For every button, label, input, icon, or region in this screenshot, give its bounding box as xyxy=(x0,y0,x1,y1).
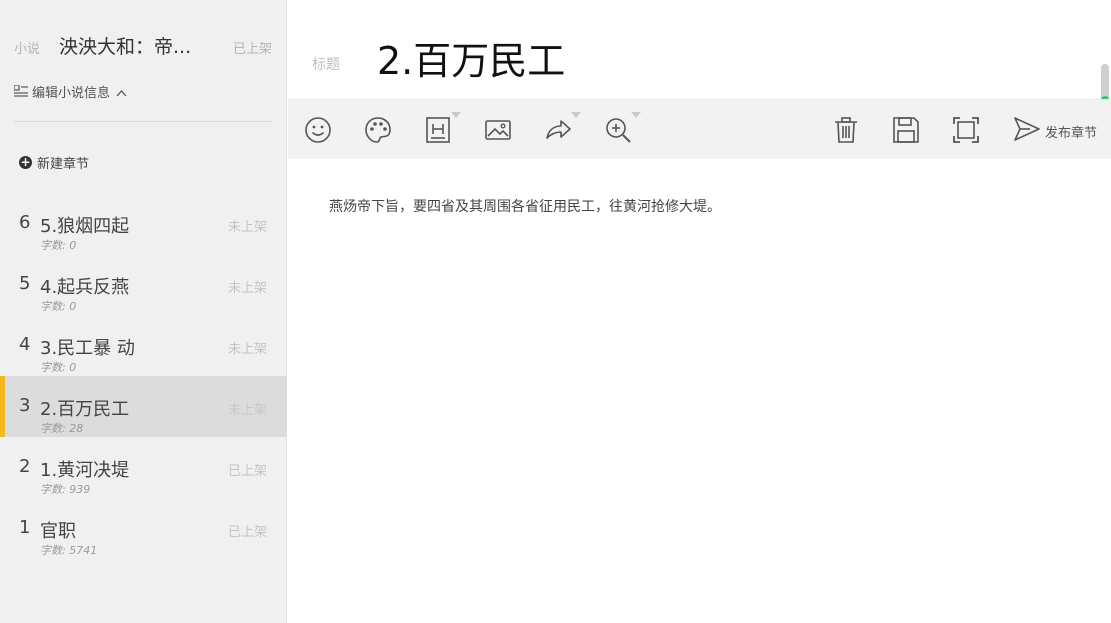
chapter-status: 未上架 xyxy=(227,342,267,357)
chapter-status: 已上架 xyxy=(227,525,267,540)
edit-novel-info-button[interactable]: 编辑小说信息 xyxy=(13,82,127,101)
editor-panel: 标题 2.百万民工 发布章节 燕炀帝下旨，要四省及其周围各省征用民工，往黄河抢修… xyxy=(288,0,1111,623)
chapter-title: 3.民工暴 动 xyxy=(40,338,135,359)
publish-chapter-label: 发布章节 xyxy=(1044,125,1097,141)
chapter-status: 未上架 xyxy=(227,220,267,235)
chapter-title: 2.百万民工 xyxy=(40,399,130,420)
chapter-status: 未上架 xyxy=(227,281,267,296)
send-icon xyxy=(1013,116,1041,146)
share-icon[interactable] xyxy=(541,112,581,147)
chapter-number: 6 xyxy=(19,212,31,233)
chapter-number: 1 xyxy=(19,517,31,538)
image-icon[interactable] xyxy=(481,113,515,147)
chevron-up-icon xyxy=(116,82,127,101)
chapter-word-count: 字数: 28 xyxy=(40,422,84,435)
sidebar-divider xyxy=(14,121,272,122)
chapter-title: 1.黄河决堤 xyxy=(40,460,130,481)
emoji-icon[interactable] xyxy=(301,113,335,147)
chapter-number: 4 xyxy=(19,334,31,355)
chapter-status: 未上架 xyxy=(227,403,267,418)
editor-toolbar: 发布章节 xyxy=(288,99,1111,159)
plus-circle-icon: + xyxy=(19,155,32,169)
fullscreen-icon[interactable] xyxy=(949,113,983,147)
chapter-number: 2 xyxy=(19,456,31,477)
title-tag: 标题 xyxy=(312,57,340,73)
palette-icon[interactable] xyxy=(361,113,395,147)
zoom-in-icon[interactable] xyxy=(601,112,641,147)
caret-down-icon xyxy=(631,112,641,118)
chapter-number: 3 xyxy=(19,395,31,416)
trash-icon[interactable] xyxy=(829,113,863,147)
novel-title[interactable]: 泱泱大和：帝... xyxy=(59,32,191,59)
chapter-item[interactable]: 4 3.民工暴 动 字数: 0 未上架 xyxy=(0,315,287,376)
chapter-number: 5 xyxy=(19,273,31,294)
chapter-item[interactable]: 6 5.狼烟四起 字数: 0 未上架 xyxy=(0,193,287,254)
chapter-word-count: 字数: 0 xyxy=(40,239,77,252)
chapter-item-active[interactable]: 3 2.百万民工 字数: 28 未上架 xyxy=(0,376,287,437)
publish-chapter-button[interactable]: 发布章节 xyxy=(1013,116,1097,146)
chapter-word-count: 字数: 939 xyxy=(40,483,91,496)
sidebar: 小说 泱泱大和：帝... 已上架 编辑小说信息 + 新建章节 6 5.狼烟四起 … xyxy=(0,0,287,623)
chapter-item[interactable]: 1 官职 字数: 5741 已上架 xyxy=(0,498,287,559)
new-chapter-button[interactable]: + 新建章节 xyxy=(19,153,89,172)
chapter-title: 官职 xyxy=(40,521,76,542)
chapter-word-count: 字数: 5741 xyxy=(40,544,98,557)
chapter-status: 已上架 xyxy=(227,464,267,479)
chapter-title: 5.狼烟四起 xyxy=(40,216,130,237)
caret-down-icon xyxy=(571,112,581,118)
new-chapter-label: 新建章节 xyxy=(37,157,90,172)
novel-tag: 小说 xyxy=(14,42,41,57)
caret-down-icon xyxy=(451,112,461,118)
chapter-list: 6 5.狼烟四起 字数: 0 未上架 5 4.起兵反燕 字数: 0 未上架 4 … xyxy=(0,193,287,559)
chapter-title: 4.起兵反燕 xyxy=(40,277,130,298)
novel-status: 已上架 xyxy=(232,42,272,57)
list-icon xyxy=(13,82,28,101)
edit-novel-info-label: 编辑小说信息 xyxy=(32,85,111,101)
chapter-item[interactable]: 2 1.黄河决堤 字数: 939 已上架 xyxy=(0,437,287,498)
editor-content[interactable]: 燕炀帝下旨，要四省及其周围各省征用民工，往黄河抢修大堤。 xyxy=(329,196,721,216)
active-indicator xyxy=(0,376,5,437)
chapter-word-count: 字数: 0 xyxy=(40,361,77,374)
chapter-title-input[interactable]: 2.百万民工 xyxy=(377,30,565,85)
heading-icon[interactable] xyxy=(421,112,461,147)
chapter-item[interactable]: 5 4.起兵反燕 字数: 0 未上架 xyxy=(0,254,287,315)
save-icon[interactable] xyxy=(889,113,923,147)
novel-header: 小说 泱泱大和：帝... 已上架 xyxy=(14,32,272,60)
chapter-word-count: 字数: 0 xyxy=(40,300,77,313)
